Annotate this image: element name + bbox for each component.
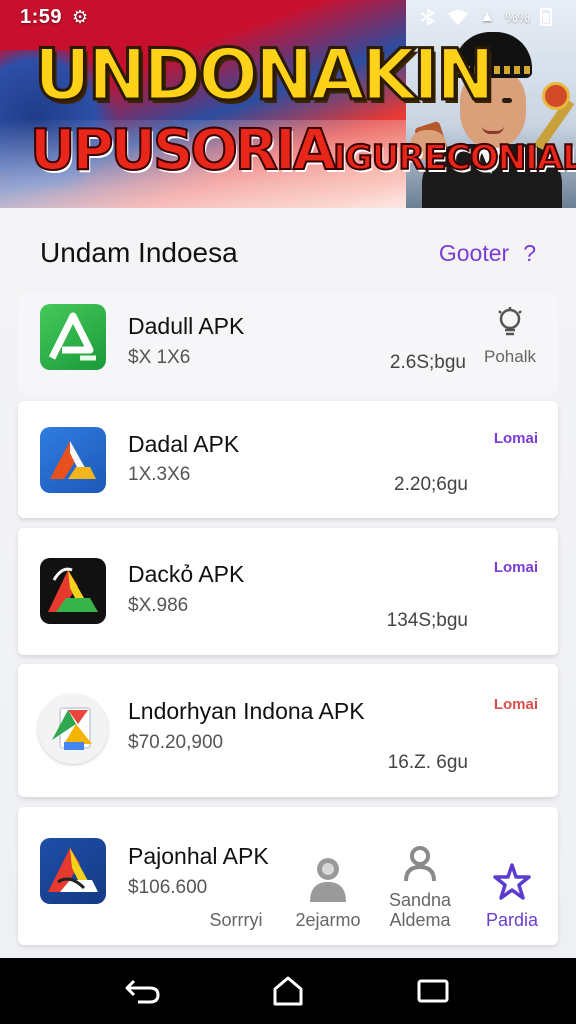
app-tag[interactable]: Lomai: [494, 696, 538, 713]
tab-sorrryi[interactable]: Sorrryi: [190, 838, 282, 950]
tab-pardia[interactable]: Pardia: [466, 838, 558, 950]
app-side-action[interactable]: Pohalk: [480, 306, 540, 367]
blue-a-app-icon: [40, 427, 106, 493]
app-size: 2.6S;bgu: [389, 352, 466, 373]
tab-label: Pardia: [485, 910, 539, 930]
home-icon: [273, 976, 303, 1006]
status-left: 1:59 ⚙: [20, 6, 89, 29]
banner-title-line2: UPUSORIAIGURECONIALR!!: [29, 117, 576, 184]
recents-icon: [417, 979, 449, 1003]
section-title: Undam Indoesa: [40, 237, 238, 268]
app-name: Dadull APK: [128, 313, 245, 339]
app-name: Dackỏ APK: [128, 561, 245, 587]
notification-icon: ⚙: [72, 6, 89, 27]
tab-label: 2ejarmo: [295, 910, 361, 930]
person-eye-right: [502, 98, 512, 103]
back-icon: [125, 979, 160, 1004]
app-side-label: Pohalk: [484, 347, 536, 366]
section-link[interactable]: Gooter?: [439, 240, 536, 267]
tab-2ejarmo[interactable]: 2ejarmo: [282, 838, 374, 950]
bluetooth-icon: [420, 9, 436, 25]
section-link-label[interactable]: Gooter: [439, 240, 509, 266]
signal-icon: ▲: [479, 8, 496, 25]
app-tag[interactable]: Lomai: [494, 559, 538, 576]
star-icon: [493, 863, 531, 900]
app-size: 134S;bgu: [386, 610, 468, 631]
app-name: Dadal APK: [128, 431, 240, 457]
navy-a-app-icon: [40, 838, 106, 904]
app-price: $X 1X6: [128, 347, 191, 368]
wifi-icon: [448, 10, 469, 25]
back-button[interactable]: [113, 969, 173, 1013]
docs-app-icon: [38, 694, 108, 764]
app-name: Lndorhyan Indona APK: [128, 698, 365, 724]
tab-label: Sandna Aldema: [388, 890, 452, 930]
app-card[interactable]: Dackỏ APK $X.986 134S;bgu Lomai: [18, 528, 558, 655]
app-tag[interactable]: Lomai: [494, 430, 538, 447]
system-navigation-bar: [0, 958, 576, 1024]
bottom-tab-bar: Sorrryi 2ejarmo Sandna Aldema Pardia: [190, 838, 558, 950]
status-extra: %%: [505, 9, 530, 25]
black-a-app-icon: [40, 558, 106, 624]
app-card[interactable]: Dadal APK 1X.3X6 2.20;6gu Lomai: [18, 401, 558, 518]
app-price: $X.986: [128, 595, 189, 616]
tab-label: Sorrryi: [209, 910, 263, 930]
app-price: 1X.3X6: [128, 464, 191, 485]
battery-icon: [540, 8, 552, 26]
person-outline-icon: [404, 846, 436, 882]
green-a-app-icon: [40, 304, 106, 370]
section-header: Undam Indoesa Gooter?: [40, 233, 536, 273]
app-price: $70.20,900: [128, 732, 224, 753]
app-size: 16.Z. 6gu: [387, 752, 468, 773]
status-icons: ▲ %%: [419, 8, 552, 26]
home-button[interactable]: [258, 969, 318, 1013]
app-card[interactable]: Lndorhyan Indona APK $70.20,900 16.Z. 6g…: [18, 664, 558, 797]
recents-button[interactable]: [403, 969, 463, 1013]
status-time: 1:59: [20, 5, 63, 28]
banner-title-line2-small: IGURECONIALR!!: [332, 137, 576, 179]
lightbulb-icon: [498, 307, 522, 336]
banner-title-line2-big: UPUSORIA: [29, 117, 337, 184]
tab-sandna-aldema[interactable]: Sandna Aldema: [374, 838, 466, 950]
banner-title-line1: UNDONAKIN: [33, 33, 497, 118]
person-icon: [310, 858, 346, 902]
status-bar: 1:59 ⚙ ▲ %%: [0, 0, 576, 34]
rocket-head: [542, 82, 570, 110]
app-size: 2.20;6gu: [394, 474, 468, 495]
app-card[interactable]: Dadull APK $X 1X6 2.6S;bgu Pohalk: [18, 292, 558, 394]
help-icon[interactable]: ?: [523, 240, 536, 266]
